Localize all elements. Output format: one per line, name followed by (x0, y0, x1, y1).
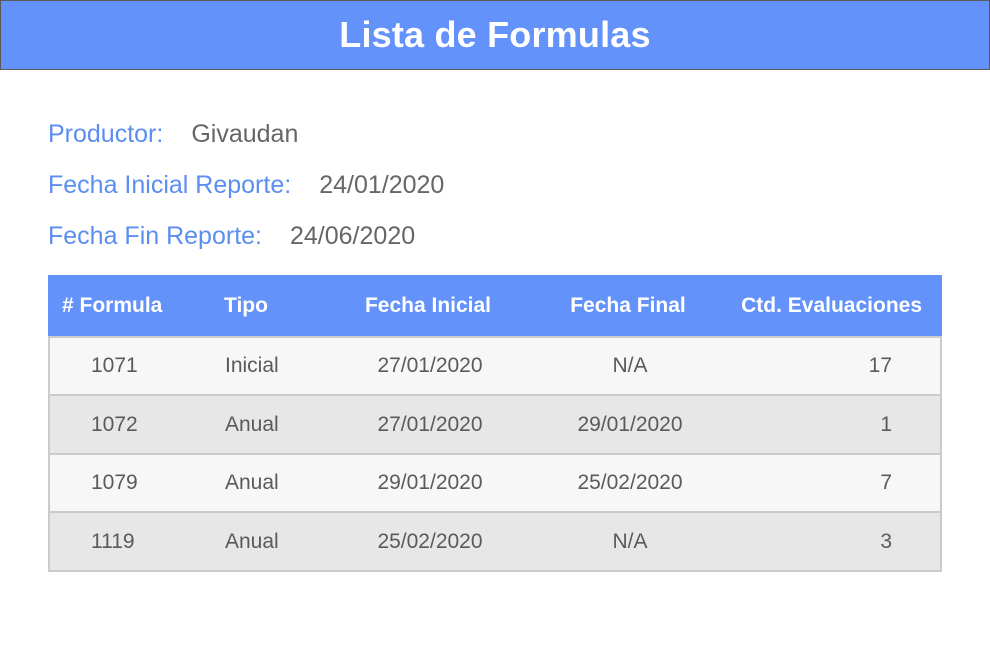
fecha-fin-label: Fecha Fin Reporte: (48, 222, 262, 250)
cell-fecha-inicial: 25/02/2020 (377, 529, 483, 553)
cell-fecha-inicial: 29/01/2020 (377, 471, 483, 494)
fecha-inicial-row: Fecha Inicial Reporte: 24/01/2020 (48, 171, 444, 200)
table-row[interactable]: 1072 Anual 27/01/2020 29/01/2020 1 (50, 394, 940, 453)
cell-formula: 1071 (91, 354, 138, 377)
cell-fecha-inicial: 27/01/2020 (377, 354, 483, 377)
cell-formula: 1079 (91, 471, 138, 494)
cell-formula: 1072 (91, 412, 138, 436)
cell-fecha-final: 29/01/2020 (577, 412, 683, 436)
cell-fecha-final: 25/02/2020 (577, 471, 683, 494)
cell-tipo: Inicial (225, 354, 279, 377)
formulas-table: # Formula Tipo Fecha Inicial Fecha Final… (48, 275, 942, 572)
table-row[interactable]: 1079 Anual 29/01/2020 25/02/2020 7 (50, 453, 940, 511)
productor-label: Productor: (48, 120, 164, 148)
cell-ctd-evaluaciones: 7 (880, 471, 892, 494)
cell-fecha-inicial: 27/01/2020 (377, 412, 483, 436)
cell-ctd-evaluaciones: 17 (868, 354, 892, 377)
cell-tipo: Anual (225, 529, 279, 553)
column-header-tipo: Tipo (224, 293, 268, 317)
fecha-inicial-value: 24/01/2020 (319, 171, 445, 199)
column-header-formula: # Formula (62, 293, 163, 317)
table-row[interactable]: 1119 Anual 25/02/2020 N/A 3 (50, 511, 940, 570)
fecha-inicial-label: Fecha Inicial Reporte: (48, 171, 292, 199)
column-header-ctd-evaluaciones: Ctd. Evaluaciones (741, 293, 922, 317)
fecha-fin-value: 24/06/2020 (290, 222, 416, 250)
cell-ctd-evaluaciones: 3 (880, 529, 892, 553)
cell-formula: 1119 (91, 529, 135, 553)
cell-tipo: Anual (225, 412, 279, 436)
cell-fecha-final: N/A (612, 529, 648, 553)
column-header-fecha-final: Fecha Final (570, 293, 686, 317)
page-title: Lista de Formulas (339, 14, 651, 55)
productor-value: Givaudan (191, 120, 299, 148)
productor-row: Productor: Givaudan (48, 120, 298, 149)
cell-ctd-evaluaciones: 1 (880, 412, 892, 436)
title-bar: Lista de Formulas (0, 0, 990, 70)
table-body: 1071 Inicial 27/01/2020 N/A 17 1072 Anua… (48, 336, 942, 572)
fecha-fin-row: Fecha Fin Reporte: 24/06/2020 (48, 222, 415, 251)
cell-tipo: Anual (225, 471, 279, 494)
column-header-fecha-inicial: Fecha Inicial (364, 293, 492, 317)
cell-fecha-final: N/A (612, 354, 648, 377)
table-row[interactable]: 1071 Inicial 27/01/2020 N/A 17 (50, 336, 940, 394)
table-header: # Formula Tipo Fecha Inicial Fecha Final… (48, 275, 942, 336)
